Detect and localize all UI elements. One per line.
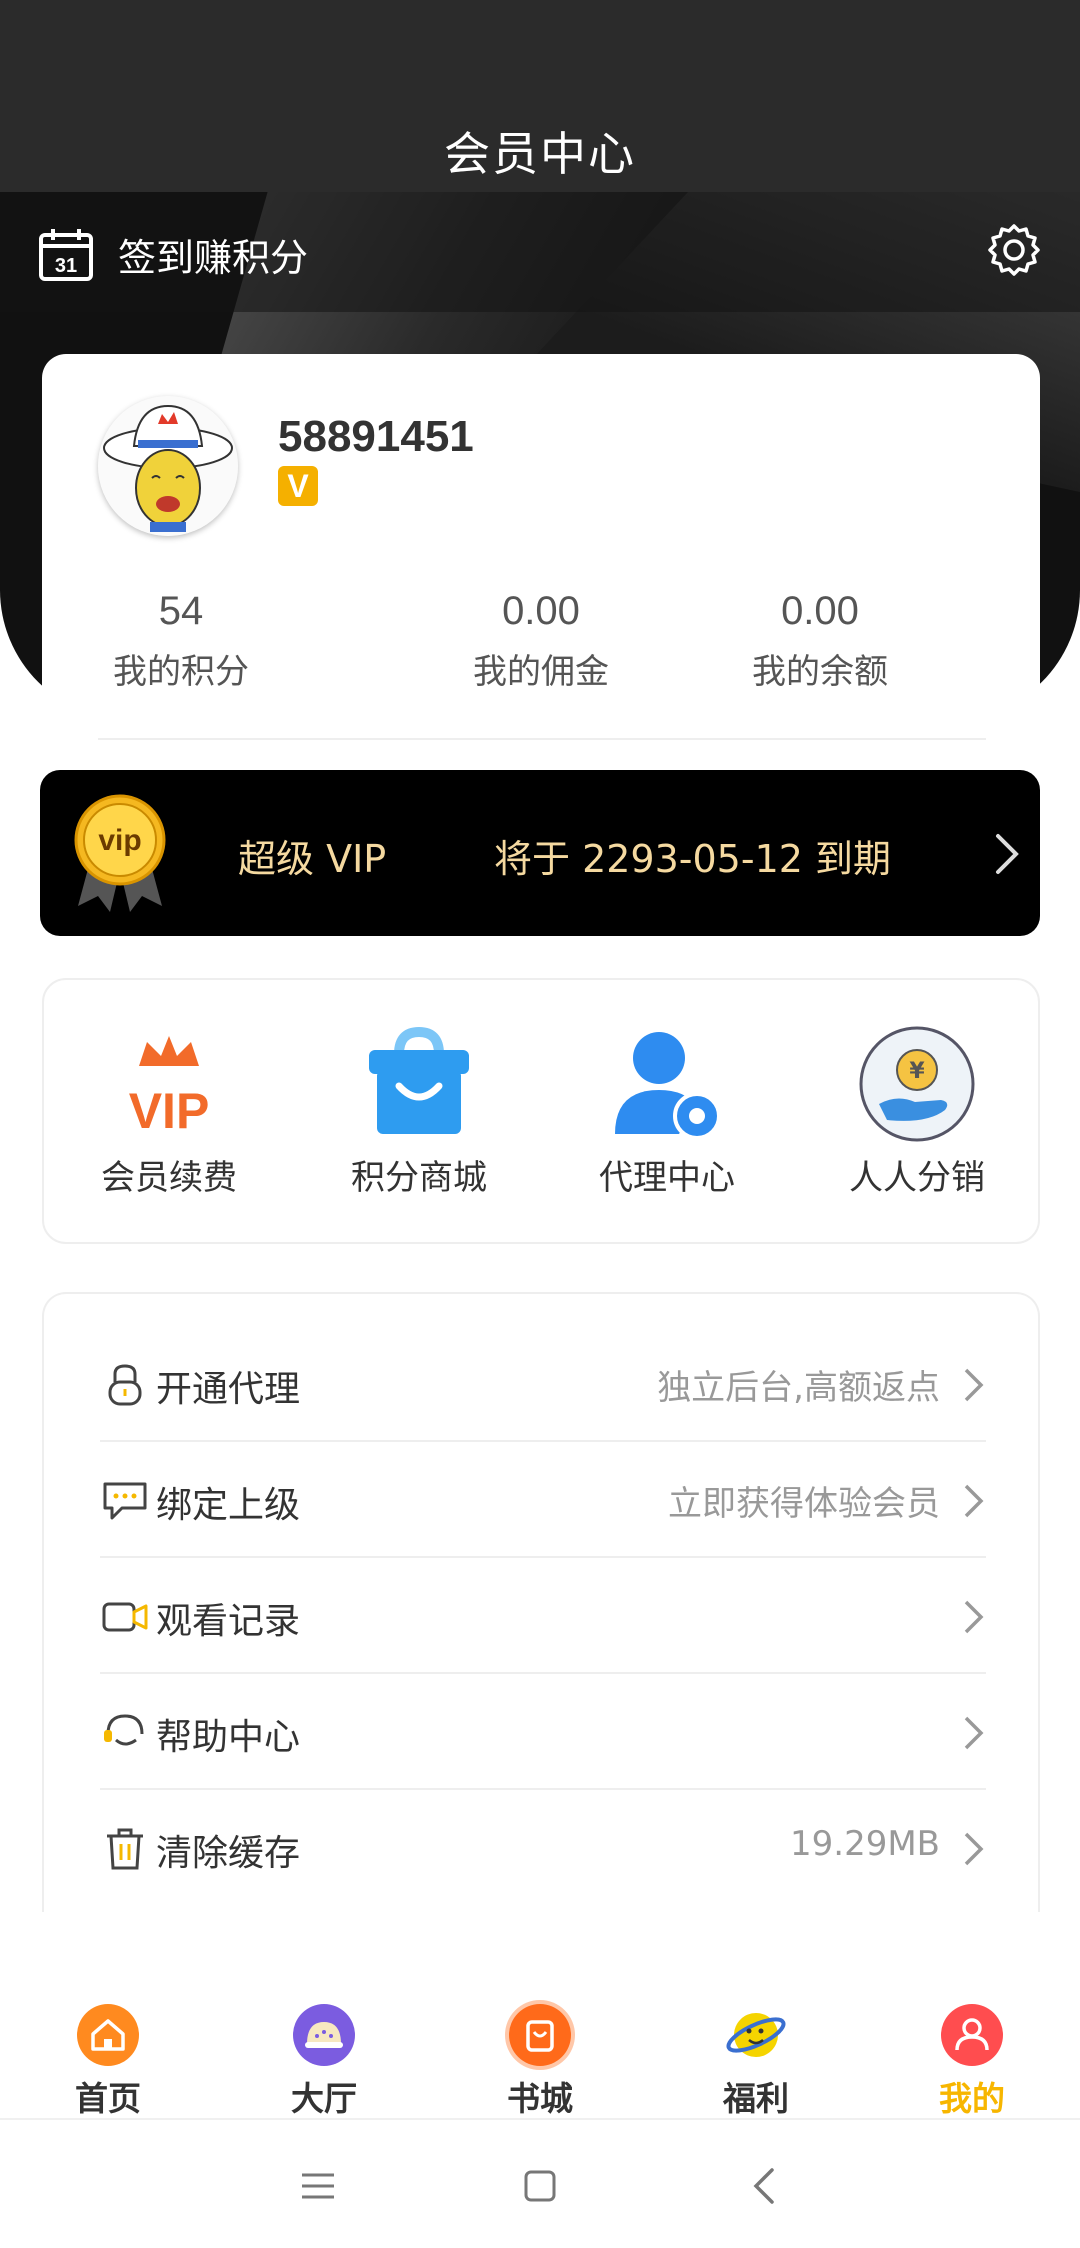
avatar[interactable] [98,396,238,536]
profile-icon [941,2004,1003,2066]
vip-crown-icon: VIP [109,1024,229,1144]
list-item-bind-superior[interactable]: 绑定上级 立即获得体验会员 [100,1442,986,1558]
back-icon[interactable] [744,2164,788,2208]
gear-icon [986,224,1042,282]
list-value: 19.29MB [790,1824,940,1864]
lock-icon [102,1362,148,1408]
vip-level: 超级 VIP [238,837,387,881]
nav-home[interactable]: 首页 [0,1988,216,2120]
headset-icon [102,1710,148,1756]
list-item-clear-cache[interactable]: 清除缓存 19.29MB [100,1790,986,1906]
chevron-right-icon [962,1598,986,1636]
video-icon [102,1594,148,1640]
list-label: 开通代理 [156,1369,301,1410]
svg-text:VIP: VIP [129,1083,210,1139]
list-value: 独立后台,高额返点 [657,1368,940,1408]
list-label: 帮助中心 [156,1717,301,1758]
verified-badge: V [278,466,318,506]
coin-hand-icon: ¥ [857,1024,977,1144]
calendar-icon: 31 [38,226,94,282]
quick-label: 代理中心 [599,1158,735,1198]
nav-mine[interactable]: 我的 [864,1988,1080,2120]
quick-agent-center[interactable]: 代理中心 [542,1024,792,1199]
nav-bookstore[interactable]: 书城 [432,1988,648,2120]
quick-label: 会员续费 [101,1158,237,1198]
nav-label: 福利 [723,2079,789,2118]
quick-label: 人人分销 [849,1158,985,1198]
settings-list: 开通代理 独立后台,高额返点 绑定上级 立即获得体验会员 观看记录 帮助中心 清… [42,1292,1040,1912]
nav-label: 大厅 [291,2079,357,2118]
divider [98,738,986,740]
svg-text:¥: ¥ [909,1059,925,1084]
profile-card: 58891451 V 54 我的积分 0.00 我的佣金 0.00 我的余额 [42,354,1040,742]
checkin-button[interactable]: 31 签到赚积分 [38,222,308,286]
stat-label: 我的佣金 [473,652,609,692]
stat-value: 54 [158,589,204,633]
settings-button[interactable] [986,222,1042,278]
page-title: 会员中心 [444,127,636,181]
hall-icon [293,2004,355,2066]
chevron-right-icon [962,1366,986,1404]
list-item-open-agent[interactable]: 开通代理 独立后台,高额返点 [100,1326,986,1442]
agent-gear-icon [607,1024,727,1144]
stat-label: 我的余额 [752,652,888,692]
nav-label: 我的 [939,2079,1005,2118]
trash-icon [102,1826,148,1872]
stat-commission[interactable]: 0.00 我的佣金 [402,584,680,693]
list-label: 观看记录 [156,1601,301,1642]
menu-icon[interactable] [296,2164,340,2208]
chevron-right-icon [962,1482,986,1520]
list-item-help-center[interactable]: 帮助中心 [100,1674,986,1790]
quick-label: 积分商城 [351,1158,487,1198]
bookstore-icon [509,2004,571,2066]
list-label: 清除缓存 [156,1833,301,1874]
checkin-label: 签到赚积分 [118,235,309,280]
home-square-icon[interactable] [518,2164,562,2208]
stat-points[interactable]: 54 我的积分 [42,584,320,693]
nav-label: 书城 [507,2079,573,2118]
quick-vip-renew[interactable]: VIP 会员续费 [44,1024,294,1199]
nav-label: 首页 [75,2079,141,2118]
vip-status-bar[interactable]: vip 超级 VIP 将于 2293-05-12 到期 [40,770,1040,936]
quick-distribution[interactable]: ¥ 人人分销 [792,1024,1042,1199]
planet-icon [725,2004,787,2066]
system-navigation-bar [0,2118,1080,2248]
chat-icon [102,1478,148,1524]
bottom-nav: 首页 大厅 书城 福利 我的 [0,1988,1080,2118]
quick-points-mall[interactable]: 积分商城 [294,1024,544,1199]
stat-value: 0.00 [502,589,580,633]
chevron-right-icon [962,1830,986,1868]
shopping-bag-icon [359,1024,479,1144]
quick-menu: VIP 会员续费 积分商城 代理中心 ¥ 人人分销 [42,978,1040,1244]
list-item-watch-history[interactable]: 观看记录 [100,1558,986,1674]
vip-medal-text: vip [98,824,141,857]
vip-medal-icon: vip [70,794,170,914]
calendar-day-text: 31 [55,255,77,277]
app-root: 会员中心 31 签到赚积分 58891451 V 54 我的积分 0.00 我的… [0,0,1080,2248]
user-id: 58891451 [278,412,474,461]
stat-balance[interactable]: 0.00 我的余额 [680,584,960,693]
nav-welfare[interactable]: 福利 [648,1988,864,2120]
list-label: 绑定上级 [156,1485,301,1526]
stat-label: 我的积分 [113,652,249,692]
chevron-right-icon [992,830,1022,878]
nav-hall[interactable]: 大厅 [216,1988,432,2120]
home-icon [77,2004,139,2066]
list-value: 立即获得体验会员 [668,1484,940,1524]
vip-expiry-date: 将于 2293-05-12 到期 [494,837,891,881]
chevron-right-icon [962,1714,986,1752]
stat-value: 0.00 [781,589,859,633]
